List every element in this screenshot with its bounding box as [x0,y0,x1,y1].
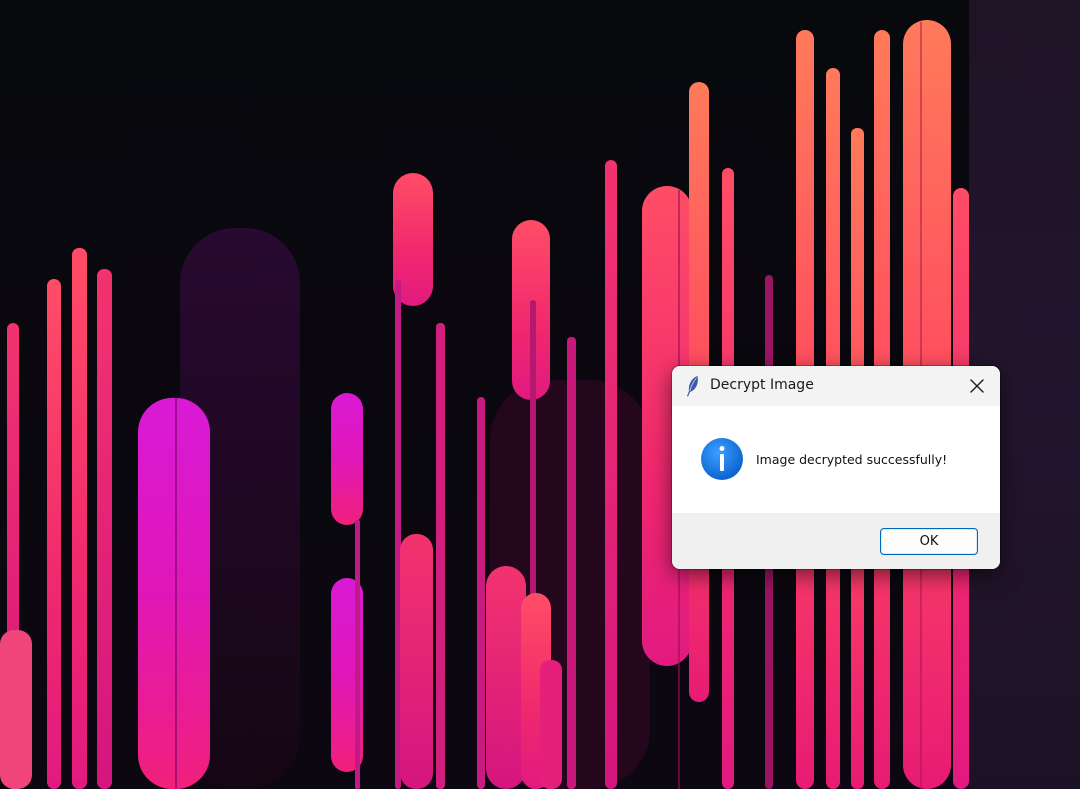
dialog-title: Decrypt Image [710,377,814,393]
dialog-message: Image decrypted successfully! [756,452,948,467]
dialog-titlebar[interactable]: Decrypt Image [672,366,1000,406]
dialog-footer: OK [672,513,1000,569]
close-button[interactable] [954,366,1000,406]
ok-button[interactable]: OK [880,528,978,555]
feather-icon [687,376,698,397]
info-icon [701,438,743,480]
dialog-content: Image decrypted successfully! [672,406,1000,513]
close-icon [970,379,984,393]
message-dialog: Decrypt Image Image decrypted successful… [672,366,1000,569]
